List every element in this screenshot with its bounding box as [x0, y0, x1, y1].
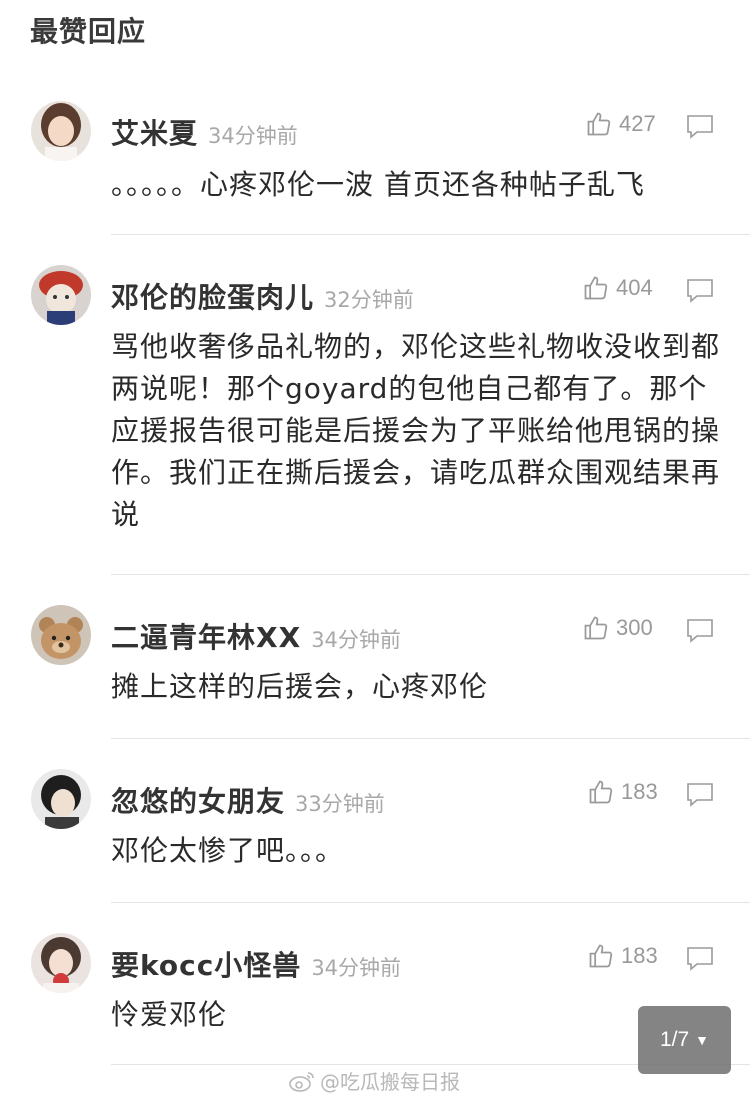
- like-button[interactable]: 300: [582, 614, 653, 642]
- divider: [111, 902, 750, 903]
- username[interactable]: 邓伦的脸蛋肉儿 32分钟前: [111, 276, 414, 316]
- like-button[interactable]: 427: [585, 110, 656, 138]
- weibo-logo-icon: [289, 1071, 314, 1092]
- thumbs-up-icon: [584, 276, 608, 300]
- like-button[interactable]: 183: [587, 942, 658, 970]
- watermark-text: @吃瓜搬每日报: [320, 1070, 460, 1094]
- divider: [111, 574, 750, 575]
- avatar[interactable]: [31, 769, 91, 829]
- comment-text: 骂他收奢侈品礼物的，邓伦这些礼物收没收到都两说呢！那个goyard的包他自己都有…: [111, 330, 721, 531]
- comment-text: 摊上这样的后援会，心疼邓伦: [111, 670, 489, 703]
- username[interactable]: 二逼青年林XX 34分钟前: [111, 616, 401, 656]
- thumbs-up-icon: [587, 112, 611, 136]
- timestamp: 34分钟前: [311, 956, 402, 980]
- section-title: 最赞回应: [30, 15, 147, 48]
- caret-down-icon: ▼: [695, 1032, 710, 1048]
- like-count: 300: [616, 615, 653, 640]
- timestamp: 34分钟前: [208, 124, 298, 148]
- like-button[interactable]: 404: [582, 274, 653, 302]
- like-count: 427: [619, 111, 656, 136]
- comment-bubble-icon[interactable]: [685, 618, 715, 644]
- comment-text: 怜爱邓伦: [111, 998, 228, 1031]
- avatar[interactable]: [31, 265, 91, 325]
- comment-text: 邓伦太惨了吧。。。: [111, 834, 345, 867]
- divider: [111, 234, 750, 235]
- avatar[interactable]: [31, 605, 91, 665]
- timestamp: 33分钟前: [295, 792, 385, 816]
- timestamp: 34分钟前: [311, 628, 401, 652]
- divider: [111, 738, 750, 739]
- comment-bubble-icon[interactable]: [685, 782, 715, 808]
- username[interactable]: 忽悠的女朋友 33分钟前: [111, 780, 385, 820]
- pagination-button[interactable]: 1/7 ▼: [638, 1006, 731, 1074]
- username[interactable]: 艾米夏 34分钟前: [111, 112, 298, 152]
- username[interactable]: 要kocc小怪兽 34分钟前: [111, 944, 401, 984]
- comment-bubble-icon[interactable]: [685, 946, 715, 972]
- thumbs-up-icon: [584, 616, 608, 640]
- thumbs-up-icon: [589, 780, 613, 804]
- like-count: 183: [621, 943, 658, 968]
- avatar[interactable]: [31, 101, 91, 161]
- like-count: 404: [616, 275, 653, 300]
- comment-text: 。。。。。心疼邓伦一波 首页还各种帖子乱飞: [111, 168, 645, 201]
- watermark: @吃瓜搬每日报: [288, 1066, 460, 1095]
- page-indicator: 1/7: [659, 1028, 690, 1051]
- comment-bubble-icon[interactable]: [685, 114, 715, 140]
- like-button[interactable]: 183: [587, 778, 658, 806]
- timestamp: 32分钟前: [324, 288, 414, 312]
- like-count: 183: [621, 779, 658, 804]
- thumbs-up-icon: [589, 944, 613, 968]
- comment-bubble-icon[interactable]: [685, 278, 715, 304]
- avatar[interactable]: [31, 933, 91, 993]
